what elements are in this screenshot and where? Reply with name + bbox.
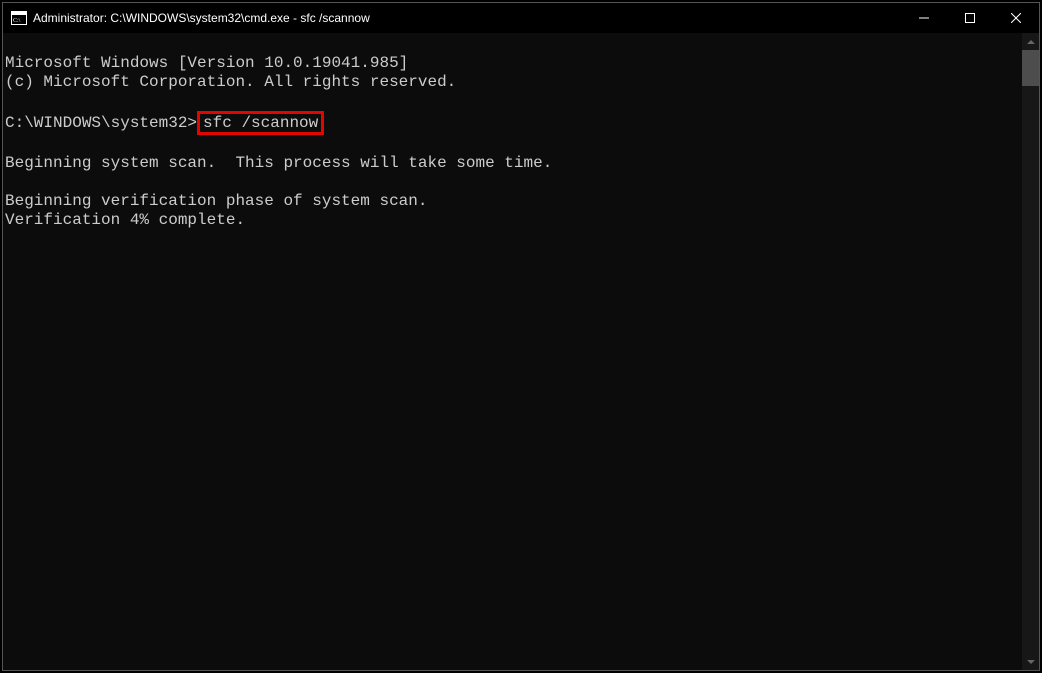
- console-prompt-line: C:\WINDOWS\system32>sfc /scannow: [5, 114, 324, 132]
- scroll-down-arrow-icon[interactable]: [1022, 653, 1039, 670]
- cmd-window: C:\ Administrator: C:\WINDOWS\system32\c…: [2, 2, 1040, 671]
- vertical-scrollbar[interactable]: [1022, 33, 1039, 670]
- scroll-thumb[interactable]: [1022, 50, 1039, 86]
- console-line: Beginning verification phase of system s…: [5, 192, 427, 210]
- cmd-icon: C:\: [11, 10, 27, 26]
- window-title: Administrator: C:\WINDOWS\system32\cmd.e…: [33, 11, 901, 25]
- scroll-track[interactable]: [1022, 50, 1039, 653]
- maximize-button[interactable]: [947, 3, 993, 33]
- console-line: (c) Microsoft Corporation. All rights re…: [5, 73, 456, 91]
- prompt-prefix: C:\WINDOWS\system32>: [5, 114, 197, 132]
- console-line: Verification 4% complete.: [5, 211, 245, 229]
- console-output[interactable]: Microsoft Windows [Version 10.0.19041.98…: [3, 33, 1022, 670]
- console-line: Beginning system scan. This process will…: [5, 154, 552, 172]
- command-highlight: sfc /scannow: [197, 111, 324, 135]
- console-line: Microsoft Windows [Version 10.0.19041.98…: [5, 54, 408, 72]
- svg-text:C:\: C:\: [13, 18, 21, 24]
- minimize-button[interactable]: [901, 3, 947, 33]
- close-button[interactable]: [993, 3, 1039, 33]
- title-bar[interactable]: C:\ Administrator: C:\WINDOWS\system32\c…: [3, 3, 1039, 33]
- window-controls: [901, 3, 1039, 33]
- scroll-up-arrow-icon[interactable]: [1022, 33, 1039, 50]
